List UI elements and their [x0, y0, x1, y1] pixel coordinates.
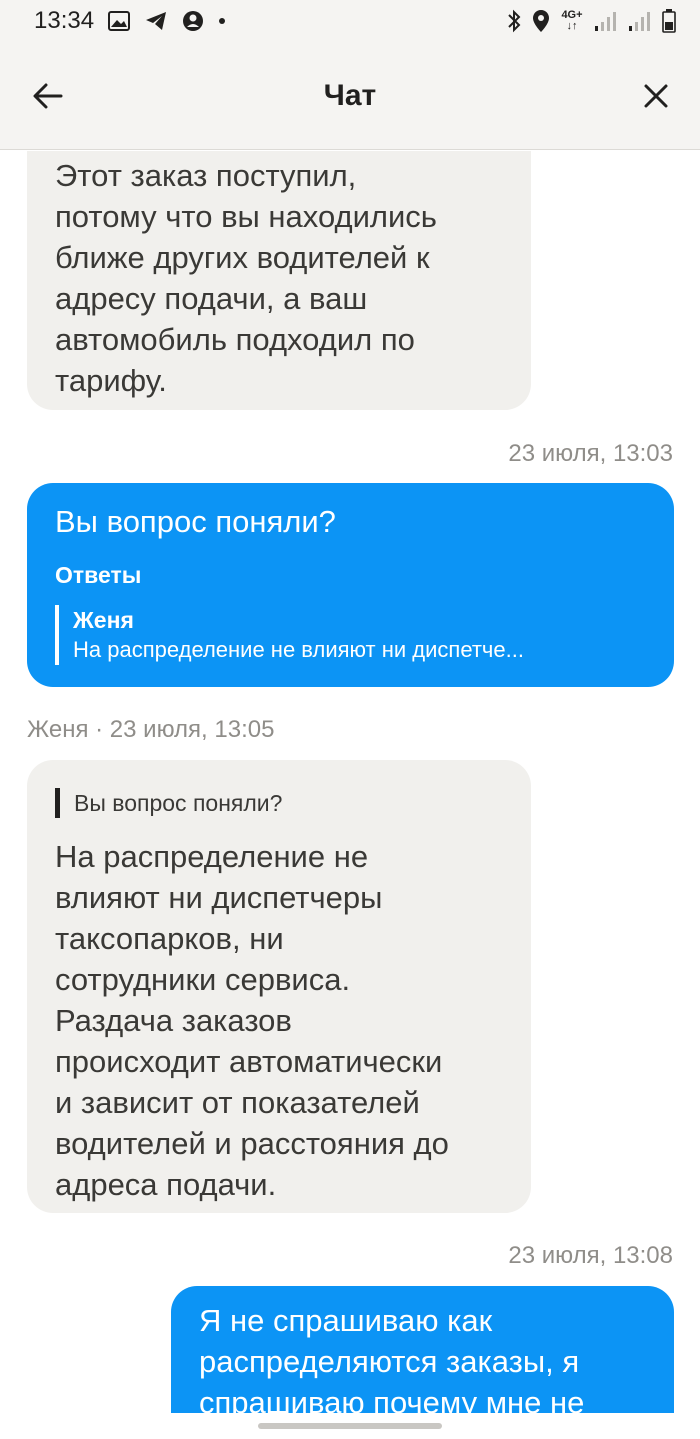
page-title: Чат	[323, 78, 377, 112]
network-type: 4G+ ↓↑	[561, 9, 583, 32]
message-text: Я не спрашиваю как распределяются заказы…	[199, 1303, 585, 1413]
message-timestamp: 23 июля, 13:08	[508, 1242, 673, 1269]
status-time: 13:34	[34, 7, 95, 34]
home-bar[interactable]	[258, 1423, 442, 1429]
quoted-message[interactable]: Вы вопрос поняли?	[55, 788, 531, 818]
incoming-message[interactable]: Этот заказ поступил, потому что вы наход…	[27, 151, 531, 410]
home-indicator	[0, 1413, 700, 1439]
signal-2-icon	[628, 10, 652, 32]
gallery-icon	[108, 11, 131, 31]
signal-icon	[594, 10, 618, 32]
message-text: Этот заказ поступил, потому что вы наход…	[55, 158, 437, 398]
incoming-message[interactable]: Вы вопрос поняли? На распределение не вл…	[27, 760, 531, 1213]
outgoing-message[interactable]: Я не спрашиваю как распределяются заказы…	[171, 1286, 674, 1413]
battery-icon	[662, 9, 676, 33]
message-text: На распределение не влияют ни диспетчеры…	[55, 839, 449, 1202]
message-timestamp: 23 июля, 13:03	[508, 440, 673, 467]
arrow-left-icon	[33, 83, 63, 109]
telegram-icon	[144, 10, 168, 32]
message-meta: Женя · 23 июля, 13:05	[27, 716, 275, 743]
quoted-reply[interactable]: Женя На распределение не влияют ни диспе…	[55, 605, 646, 665]
outgoing-message[interactable]: Вы вопрос поняли? Ответы Женя На распред…	[27, 483, 674, 687]
status-bar: 13:34 4G+ ↓↑	[0, 0, 700, 42]
reply-label: Ответы	[55, 562, 142, 588]
quote-text: На распределение не влияют ни диспетче..…	[73, 637, 524, 662]
quote-author: Женя	[73, 607, 134, 633]
bluetooth-icon	[506, 9, 522, 33]
chat-messages[interactable]: Этот заказ поступил, потому что вы наход…	[0, 151, 700, 1413]
account-icon	[182, 10, 204, 32]
back-button[interactable]	[30, 78, 66, 114]
close-button[interactable]	[638, 78, 674, 114]
close-icon	[644, 84, 668, 108]
notification-dot-icon	[218, 17, 226, 25]
message-text: Вы вопрос поняли?	[55, 504, 336, 539]
chat-header: Чат	[0, 42, 700, 150]
location-icon	[532, 9, 550, 33]
